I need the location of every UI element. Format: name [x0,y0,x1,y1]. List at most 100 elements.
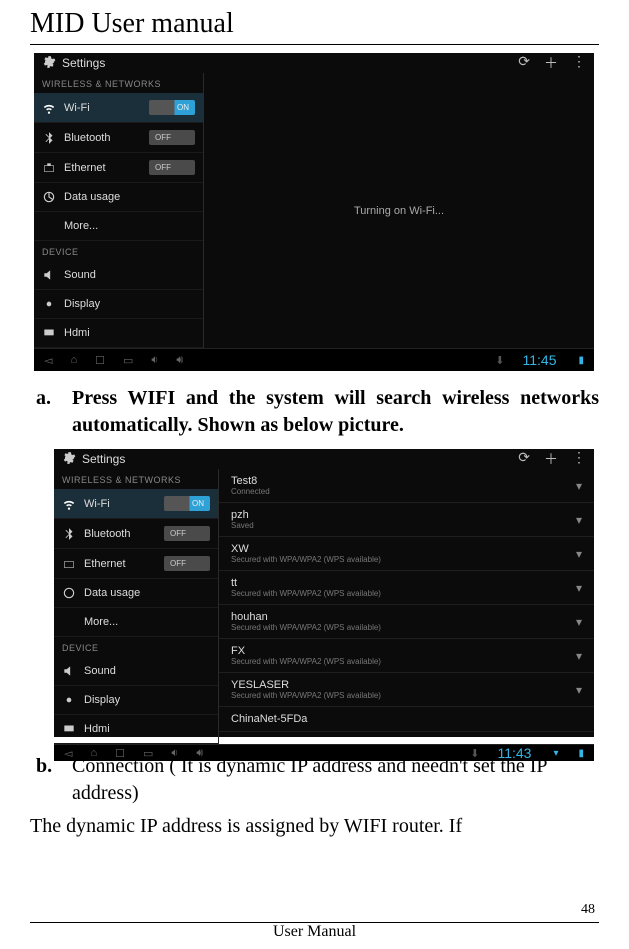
ethernet-toggle[interactable]: OFF [149,160,195,175]
settings-sidebar: WIRELESS & NETWORKS Wi-Fi ON Bluetooth O… [34,73,204,348]
ethernet-icon [42,161,56,175]
sidebar-item-label: Wi-Fi [84,498,156,510]
battery-icon: ▮ [578,748,584,759]
vol-up-icon[interactable]: 🔊︎ [176,354,183,367]
battery-icon: ▮ [578,355,584,366]
settings-sidebar: WIRELESS & NETWORKS Wi-Fi ON Bluetooth O… [54,469,219,744]
network-name: pzh [231,509,566,521]
ethernet-icon [62,557,76,571]
vol-down-icon[interactable]: 🔉︎ [151,354,158,367]
sidebar-item-sound[interactable]: Sound [54,657,218,686]
network-item[interactable]: XWSecured with WPA/WPA2 (WPS available) … [219,537,594,571]
main-panel: Turning on Wi-Fi... [204,73,594,348]
add-network-icon[interactable]: ＋ [544,53,558,73]
header-rule [30,44,599,45]
sidebar-item-label: Display [84,694,210,706]
sidebar-item-label: Display [64,298,195,310]
sidebar-item-label: Ethernet [64,162,141,174]
sidebar-item-display[interactable]: Display [34,290,203,319]
sidebar-item-wifi[interactable]: Wi-Fi ON [54,489,218,519]
signal-icon: ▾ [576,649,582,663]
list-text: Press WIFI and the system will search wi… [72,385,599,439]
vol-up-icon[interactable]: 🔊︎ [196,747,203,760]
recent-icon[interactable]: ☐ [95,354,105,367]
page-footer: 48 User Manual [30,902,599,941]
home-icon[interactable]: ⌂ [90,747,97,759]
sidebar-item-display[interactable]: Display [54,686,218,715]
screenshot-icon[interactable]: ▭ [123,354,133,367]
sidebar-item-hdmi[interactable]: Hdmi [54,715,218,744]
network-sub: Secured with WPA/WPA2 (WPS available) [231,691,566,700]
sidebar-item-sound[interactable]: Sound [34,261,203,290]
network-item[interactable]: ChinaNet-5FDa [219,707,594,732]
signal-icon: ▾ [576,581,582,595]
network-item[interactable]: pzhSaved ▾ [219,503,594,537]
download-icon: ⬇ [470,747,479,760]
sidebar-item-hdmi[interactable]: Hdmi [34,319,203,348]
hdmi-icon [62,722,76,736]
add-network-icon[interactable]: ＋ [544,449,558,469]
display-icon [42,297,56,311]
network-item[interactable]: Test8Connected ▾ [219,469,594,503]
download-icon: ⬇ [495,354,504,367]
sidebar-item-datausage[interactable]: Data usage [54,579,218,608]
scan-icon[interactable]: ⟳ [518,53,530,73]
bluetooth-toggle[interactable]: OFF [149,130,195,145]
sidebar-item-bluetooth[interactable]: Bluetooth OFF [54,519,218,549]
sidebar-item-wifi[interactable]: Wi-Fi ON [34,93,203,123]
menu-icon[interactable]: ⋮ [572,53,586,73]
network-name: FX [231,645,566,657]
list-marker: b. [36,753,60,807]
page-title: MID User manual [30,0,599,44]
section-device: DEVICE [54,637,218,657]
network-sub: Secured with WPA/WPA2 (WPS available) [231,657,566,666]
menu-icon[interactable]: ⋮ [572,449,586,469]
vol-down-icon[interactable]: 🔉︎ [171,747,178,760]
home-icon[interactable]: ⌂ [70,354,77,366]
network-item[interactable]: ttSecured with WPA/WPA2 (WPS available) … [219,571,594,605]
wifi-status-icon: ▾ [553,748,558,759]
recent-icon[interactable]: ☐ [115,747,125,760]
sidebar-item-bluetooth[interactable]: Bluetooth OFF [34,123,203,153]
sound-icon [42,268,56,282]
app-title: Settings [82,452,125,466]
network-name: YESLASER [231,679,566,691]
wifi-toggle[interactable]: ON [149,100,195,115]
sidebar-item-label: Bluetooth [64,132,141,144]
network-sub: Secured with WPA/WPA2 (WPS available) [231,589,566,598]
footer-label: User Manual [30,923,599,941]
sidebar-item-ethernet[interactable]: Ethernet OFF [34,153,203,183]
display-icon [62,693,76,707]
sidebar-item-ethernet[interactable]: Ethernet OFF [54,549,218,579]
screenshot-icon[interactable]: ▭ [143,747,153,760]
network-item[interactable]: YESLASERSecured with WPA/WPA2 (WPS avail… [219,673,594,707]
bluetooth-toggle[interactable]: OFF [164,526,210,541]
sidebar-item-datausage[interactable]: Data usage [34,183,203,212]
sidebar-item-more[interactable]: More... [54,608,218,637]
bluetooth-icon [42,131,56,145]
back-icon[interactable]: ◅ [44,354,52,367]
clock: 11:45 [522,352,556,368]
ethernet-toggle[interactable]: OFF [164,556,210,571]
app-titlebar: Settings ⟳ ＋ ⋮ [54,449,594,469]
wifi-icon [42,101,56,115]
network-name: houhan [231,611,566,623]
sidebar-item-label: Ethernet [84,558,156,570]
signal-icon: ▾ [576,615,582,629]
sidebar-item-label: Data usage [64,191,195,203]
page-number: 48 [30,902,599,918]
sidebar-item-label: Data usage [84,587,210,599]
screenshot-settings-1: Settings ⟳ ＋ ⋮ WIRELESS & NETWORKS Wi-Fi… [34,53,594,371]
wifi-toggle[interactable]: ON [164,496,210,511]
sound-icon [62,664,76,678]
network-item[interactable]: FXSecured with WPA/WPA2 (WPS available) … [219,639,594,673]
section-wireless: WIRELESS & NETWORKS [54,469,218,489]
settings-icon [62,451,76,468]
signal-icon: ▾ [576,683,582,697]
sidebar-item-label: Bluetooth [84,528,156,540]
back-icon[interactable]: ◅ [64,747,72,760]
scan-icon[interactable]: ⟳ [518,449,530,469]
network-item[interactable]: houhanSecured with WPA/WPA2 (WPS availab… [219,605,594,639]
sidebar-item-more[interactable]: More... [34,212,203,241]
blank-icon [62,615,76,629]
